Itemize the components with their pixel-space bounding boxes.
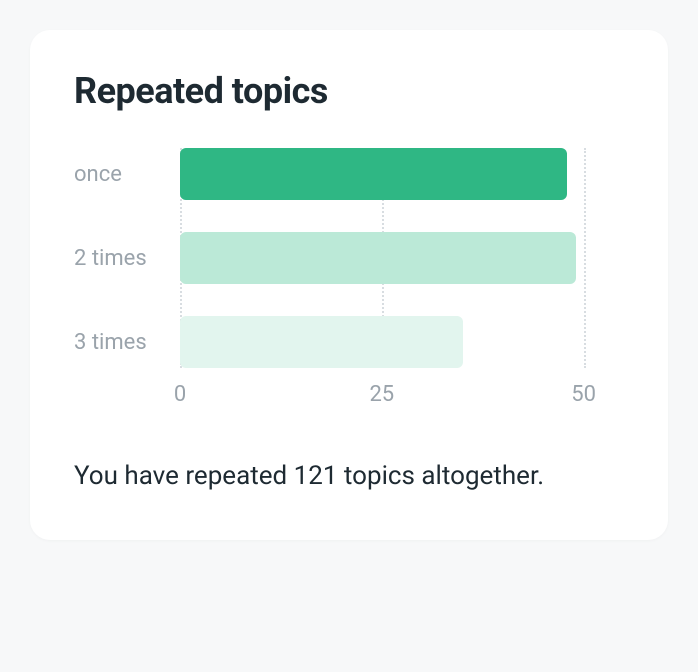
bar <box>180 148 567 200</box>
bar-plot-region <box>180 148 624 200</box>
bar-category-label: once <box>74 162 180 187</box>
bar <box>180 316 463 368</box>
bar-row: once <box>74 148 624 200</box>
chart-bars: once 2 times 3 times <box>74 148 624 368</box>
bar-category-label: 2 times <box>74 246 180 271</box>
axis-tick-label: 0 <box>174 382 186 407</box>
bar-plot-region <box>180 316 624 368</box>
bar-plot-region <box>180 232 624 284</box>
bar-row: 2 times <box>74 232 624 284</box>
repeated-topics-card: Repeated topics once 2 times 3 times 0 25 50… <box>30 30 668 540</box>
bar <box>180 232 576 284</box>
axis-tick-label: 50 <box>571 382 596 407</box>
bar-category-label: 3 times <box>74 330 180 355</box>
bar-chart: once 2 times 3 times 0 25 50 <box>74 148 624 412</box>
bar-row: 3 times <box>74 316 624 368</box>
chart-axis-labels: 02550 <box>180 382 624 412</box>
axis-tick-label: 25 <box>369 382 394 407</box>
summary-text: You have repeated 121 topics altogether. <box>74 456 624 496</box>
card-title: Repeated topics <box>74 70 624 112</box>
chart-axis: 0 25 50 <box>74 382 624 412</box>
